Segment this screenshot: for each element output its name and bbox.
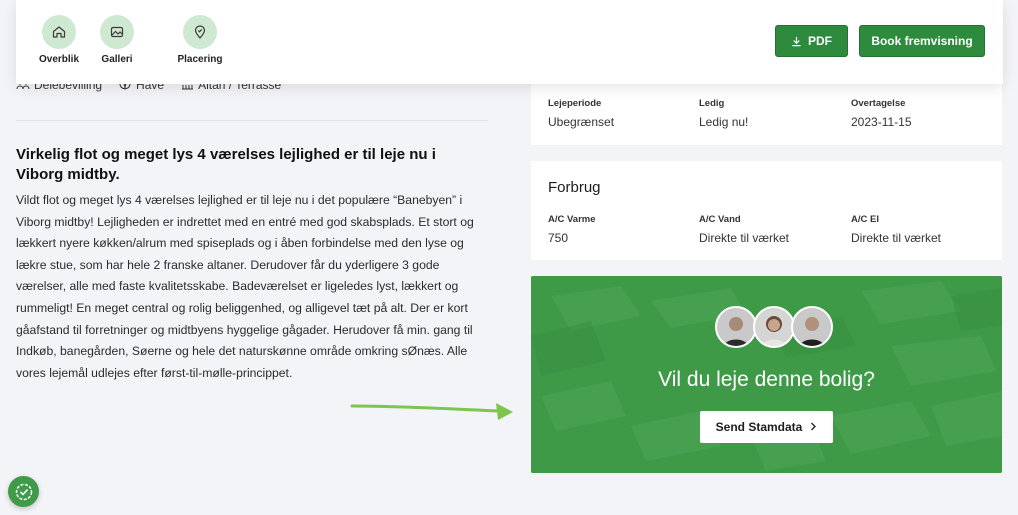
pdf-label: PDF: [808, 34, 832, 48]
cookie-consent-button[interactable]: [8, 476, 39, 507]
book-viewing-button[interactable]: Book fremvisning: [859, 25, 985, 57]
listing-description: Vildt flot og meget lys 4 værelses lejli…: [16, 193, 474, 380]
consumption-title: Forbrug: [548, 179, 601, 196]
consumption-card: Forbrug A/C Varme 750 A/C Vand Direkte t…: [531, 161, 1002, 260]
avatar: [753, 306, 795, 348]
chevron-right-icon: [810, 420, 817, 434]
nav-label: Overblik: [38, 54, 80, 65]
nav-item-placering[interactable]: Placering: [175, 15, 225, 65]
term-overtagelse: Overtagelse 2023-11-15: [851, 98, 912, 129]
consumption-electricity: A/C El Direkte til værket: [851, 214, 941, 245]
consumption-label: A/C Varme: [548, 214, 596, 225]
term-value: 2023-11-15: [851, 115, 912, 129]
section-divider: [16, 120, 488, 121]
nav-label: Galleri: [101, 54, 133, 65]
nav-item-galleri[interactable]: Galleri: [92, 15, 142, 65]
top-nav-bar: Overblik Galleri Placering PDF Book frem…: [16, 0, 1003, 84]
term-label: Lejeperiode: [548, 98, 602, 109]
consumption-label: A/C Vand: [699, 214, 741, 225]
badge-check-icon: [15, 483, 32, 500]
cta-title: Vil du leje denne bolig?: [658, 368, 875, 391]
contact-cta-card: Vil du leje denne bolig? Send Stamdata: [531, 276, 1002, 473]
term-label: Ledig: [699, 98, 725, 109]
nav-item-overblik[interactable]: Overblik: [34, 15, 84, 65]
book-label: Book fremvisning: [871, 34, 973, 48]
annotation-arrow: [350, 403, 513, 420]
term-label: Overtagelse: [851, 98, 906, 109]
consumption-value: 750: [548, 231, 569, 245]
agent-avatars: [715, 306, 833, 348]
listing-heading: Virkelig flot og meget lys 4 værelses le…: [16, 146, 436, 183]
term-lejeperiode: Lejeperiode Ubegrænset: [548, 98, 614, 129]
rental-terms-card: Lejeperiode Ubegrænset Ledig Ledig nu! O…: [531, 84, 1002, 145]
download-icon: [792, 36, 801, 46]
avatar: [791, 306, 833, 348]
cta-button-label: Send Stamdata: [715, 420, 803, 434]
avatar: [715, 306, 757, 348]
nav-label: Placering: [177, 54, 223, 65]
term-value: Ubegrænset: [548, 115, 615, 129]
consumption-label: A/C El: [851, 214, 879, 225]
pdf-download-button[interactable]: PDF: [775, 25, 848, 57]
consumption-value: Direkte til værket: [851, 231, 942, 245]
consumption-value: Direkte til værket: [699, 231, 790, 245]
send-stamdata-button[interactable]: Send Stamdata: [700, 411, 833, 443]
location-icon: [183, 15, 217, 49]
consumption-water: A/C Vand Direkte til værket: [699, 214, 789, 245]
term-value: Ledig nu!: [699, 115, 749, 129]
consumption-heat: A/C Varme 750: [548, 214, 596, 245]
home-icon: [42, 15, 76, 49]
gallery-icon: [100, 15, 134, 49]
term-ledig: Ledig Ledig nu!: [699, 98, 748, 129]
